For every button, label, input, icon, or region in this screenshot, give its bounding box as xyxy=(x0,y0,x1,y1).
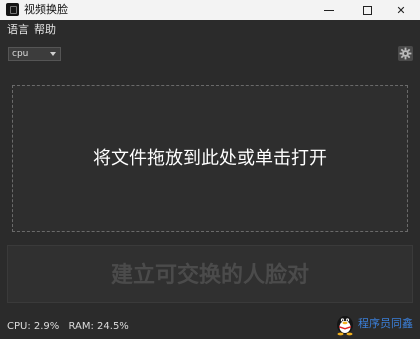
close-button[interactable]: ✕ xyxy=(382,0,420,20)
watermark: 程序员同鑫 xyxy=(334,312,418,336)
status-bar: CPU: 2.9% RAM: 24.5% xyxy=(7,320,135,333)
menu-language[interactable]: 语言 xyxy=(7,23,29,36)
menu-help[interactable]: 帮助 xyxy=(34,23,56,36)
face-pair-label: 建立可交换的人脸对 xyxy=(110,262,309,288)
maximize-button[interactable] xyxy=(348,0,386,20)
window-title: 视频换脸 xyxy=(24,3,68,16)
cpu-usage: CPU: 2.9% xyxy=(7,321,60,332)
app-icon xyxy=(6,3,19,16)
title-bar: 视频换脸 ✕ xyxy=(0,0,420,20)
close-icon: ✕ xyxy=(396,3,406,17)
penguin-icon xyxy=(337,316,353,336)
maximize-icon xyxy=(362,5,372,15)
device-select[interactable]: cpu xyxy=(8,47,61,61)
file-drop-zone[interactable]: 将文件拖放到此处或单击打开 xyxy=(12,85,408,232)
gear-icon xyxy=(399,47,412,60)
minimize-button[interactable] xyxy=(310,0,348,20)
device-select-value: cpu xyxy=(12,49,29,59)
face-pair-panel[interactable]: 建立可交换的人脸对 xyxy=(7,245,413,303)
ram-usage: RAM: 24.5% xyxy=(68,321,129,332)
minimize-icon xyxy=(324,9,334,11)
settings-button[interactable] xyxy=(398,46,413,61)
chevron-down-icon xyxy=(50,52,56,56)
drop-zone-label: 将文件拖放到此处或单击打开 xyxy=(93,148,327,169)
menu-bar: 语言 帮助 xyxy=(0,20,420,39)
watermark-text: 程序员同鑫 xyxy=(358,317,413,330)
